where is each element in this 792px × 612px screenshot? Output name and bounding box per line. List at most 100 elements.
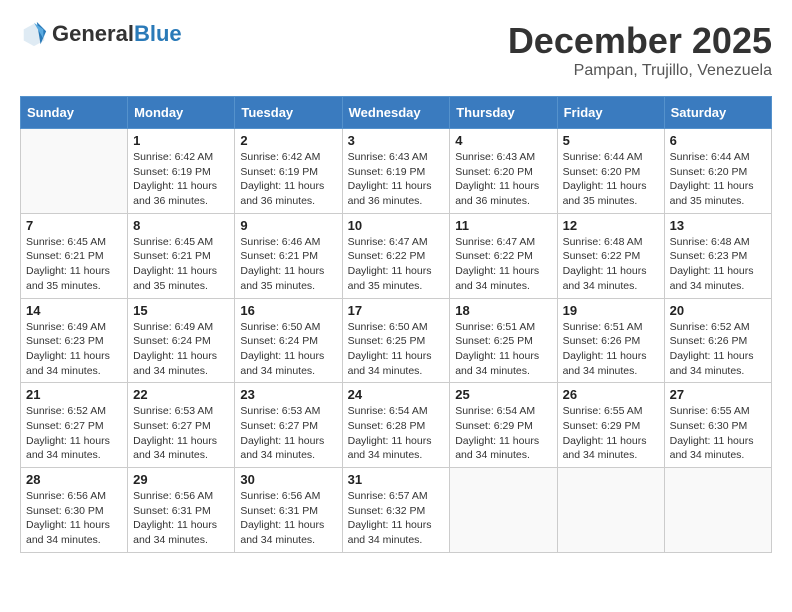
table-row: [557, 468, 664, 553]
day-info: Sunrise: 6:57 AMSunset: 6:32 PMDaylight:…: [348, 489, 445, 548]
day-info: Sunrise: 6:55 AMSunset: 6:29 PMDaylight:…: [563, 404, 659, 463]
table-row: 25 Sunrise: 6:54 AMSunset: 6:29 PMDayligh…: [450, 383, 557, 468]
calendar-week-row: 21 Sunrise: 6:52 AMSunset: 6:27 PMDayligh…: [21, 383, 772, 468]
day-info: Sunrise: 6:56 AMSunset: 6:31 PMDaylight:…: [133, 489, 229, 548]
col-tuesday: Tuesday: [235, 97, 342, 129]
day-info: Sunrise: 6:48 AMSunset: 6:22 PMDaylight:…: [563, 235, 659, 294]
table-row: 29Sunrise: 6:56 AMSunset: 6:31 PMDayligh…: [128, 468, 235, 553]
day-info: Sunrise: 6:48 AMSunset: 6:23 PMDaylight:…: [670, 235, 766, 294]
col-sunday: Sunday: [21, 97, 128, 129]
day-info: Sunrise: 6:45 AMSunset: 6:21 PMDaylight:…: [26, 235, 122, 294]
logo-icon: [20, 20, 48, 48]
day-number: 14: [26, 303, 122, 318]
table-row: 5 Sunrise: 6:44 AMSunset: 6:20 PMDaylight…: [557, 129, 664, 214]
table-row: 10 Sunrise: 6:47 AMSunset: 6:22 PMDayligh…: [342, 213, 450, 298]
day-number: 24: [348, 387, 445, 402]
day-info: Sunrise: 6:54 AMSunset: 6:28 PMDaylight:…: [348, 404, 445, 463]
day-info: Sunrise: 6:50 AMSunset: 6:25 PMDaylight:…: [348, 320, 445, 379]
day-info: Sunrise: 6:43 AMSunset: 6:19 PMDaylight:…: [348, 150, 445, 209]
day-number: 30: [240, 472, 336, 487]
table-row: 1Sunrise: 6:42 AMSunset: 6:19 PMDaylight…: [128, 129, 235, 214]
day-number: 18: [455, 303, 551, 318]
table-row: 27Sunrise: 6:55 AMSunset: 6:30 PMDayligh…: [664, 383, 771, 468]
table-row: 16 Sunrise: 6:50 AMSunset: 6:24 PMDayligh…: [235, 298, 342, 383]
day-info: Sunrise: 6:49 AMSunset: 6:23 PMDaylight:…: [26, 320, 122, 379]
day-info: Sunrise: 6:56 AMSunset: 6:30 PMDaylight:…: [26, 489, 122, 548]
day-info: Sunrise: 6:47 AMSunset: 6:22 PMDaylight:…: [348, 235, 445, 294]
location-title: Pampan, Trujillo, Venezuela: [508, 62, 772, 80]
day-info: Sunrise: 6:43 AMSunset: 6:20 PMDaylight:…: [455, 150, 551, 209]
day-number: 16: [240, 303, 336, 318]
day-number: 3: [348, 133, 445, 148]
table-row: 11Sunrise: 6:47 AMSunset: 6:22 PMDayligh…: [450, 213, 557, 298]
table-row: 22Sunrise: 6:53 AMSunset: 6:27 PMDayligh…: [128, 383, 235, 468]
day-number: 7: [26, 218, 122, 233]
day-number: 26: [563, 387, 659, 402]
table-row: 19 Sunrise: 6:51 AMSunset: 6:26 PMDayligh…: [557, 298, 664, 383]
table-row: 7 Sunrise: 6:45 AMSunset: 6:21 PMDaylight…: [21, 213, 128, 298]
day-info: Sunrise: 6:55 AMSunset: 6:30 PMDaylight:…: [670, 404, 766, 463]
calendar-week-row: 14 Sunrise: 6:49 AMSunset: 6:23 PMDayligh…: [21, 298, 772, 383]
table-row: [664, 468, 771, 553]
calendar-week-row: 1 Sunrise: 6:42 AMSunset: 6:19 PMDaylight…: [21, 129, 772, 214]
day-number: 2: [240, 133, 336, 148]
day-info: Sunrise: 6:51 AMSunset: 6:26 PMDaylight:…: [563, 320, 659, 379]
day-number: 10: [348, 218, 445, 233]
day-info: Sunrise: 6:53 AMSunset: 6:27 PMDaylight:…: [240, 404, 336, 463]
calendar-week-row: 28 Sunrise: 6:56 AMSunset: 6:30 PMDayligh…: [21, 468, 772, 553]
day-number: 28: [26, 472, 122, 487]
month-title: December 2025: [508, 20, 772, 62]
day-info: Sunrise: 6:44 AMSunset: 6:20 PMDaylight:…: [563, 150, 659, 209]
day-info: Sunrise: 6:49 AMSunset: 6:24 PMDaylight:…: [133, 320, 229, 379]
table-row: 14 Sunrise: 6:49 AMSunset: 6:23 PMDayligh…: [21, 298, 128, 383]
col-thursday: Thursday: [450, 97, 557, 129]
day-number: 6: [670, 133, 766, 148]
day-number: 5: [563, 133, 659, 148]
day-info: Sunrise: 6:46 AMSunset: 6:21 PMDaylight:…: [240, 235, 336, 294]
table-row: 6Sunrise: 6:44 AMSunset: 6:20 PMDaylight…: [664, 129, 771, 214]
table-row: 21 Sunrise: 6:52 AMSunset: 6:27 PMDayligh…: [21, 383, 128, 468]
day-number: 19: [563, 303, 659, 318]
day-info: Sunrise: 6:50 AMSunset: 6:24 PMDaylight:…: [240, 320, 336, 379]
day-number: 13: [670, 218, 766, 233]
table-row: [21, 129, 128, 214]
table-row: 15 Sunrise: 6:49 AMSunset: 6:24 PMDayligh…: [128, 298, 235, 383]
day-info: Sunrise: 6:52 AMSunset: 6:27 PMDaylight:…: [26, 404, 122, 463]
day-number: 15: [133, 303, 229, 318]
table-row: [450, 468, 557, 553]
table-row: 20 Sunrise: 6:52 AMSunset: 6:26 PMDayligh…: [664, 298, 771, 383]
day-info: Sunrise: 6:47 AMSunset: 6:22 PMDaylight:…: [455, 235, 551, 294]
logo-text: GeneralBlue: [52, 21, 182, 47]
table-row: 3 Sunrise: 6:43 AMSunset: 6:19 PMDaylight…: [342, 129, 450, 214]
day-info: Sunrise: 6:51 AMSunset: 6:25 PMDaylight:…: [455, 320, 551, 379]
day-number: 1: [133, 133, 229, 148]
day-info: Sunrise: 6:42 AMSunset: 6:19 PMDaylight:…: [240, 150, 336, 209]
table-row: 23 Sunrise: 6:53 AMSunset: 6:27 PMDayligh…: [235, 383, 342, 468]
col-wednesday: Wednesday: [342, 97, 450, 129]
day-info: Sunrise: 6:56 AMSunset: 6:31 PMDaylight:…: [240, 489, 336, 548]
table-row: 28 Sunrise: 6:56 AMSunset: 6:30 PMDayligh…: [21, 468, 128, 553]
calendar-header-row: Sunday Monday Tuesday Wednesday Thursday…: [21, 97, 772, 129]
table-row: 12 Sunrise: 6:48 AMSunset: 6:22 PMDayligh…: [557, 213, 664, 298]
col-monday: Monday: [128, 97, 235, 129]
table-row: 17Sunrise: 6:50 AMSunset: 6:25 PMDayligh…: [342, 298, 450, 383]
day-info: Sunrise: 6:52 AMSunset: 6:26 PMDaylight:…: [670, 320, 766, 379]
calendar: Sunday Monday Tuesday Wednesday Thursday…: [20, 96, 772, 553]
day-number: 12: [563, 218, 659, 233]
table-row: 9 Sunrise: 6:46 AMSunset: 6:21 PMDaylight…: [235, 213, 342, 298]
day-number: 25: [455, 387, 551, 402]
day-number: 21: [26, 387, 122, 402]
page-header: GeneralBlue December 2025 Pampan, Trujil…: [20, 20, 772, 80]
day-info: Sunrise: 6:45 AMSunset: 6:21 PMDaylight:…: [133, 235, 229, 294]
day-number: 22: [133, 387, 229, 402]
col-friday: Friday: [557, 97, 664, 129]
calendar-week-row: 7 Sunrise: 6:45 AMSunset: 6:21 PMDaylight…: [21, 213, 772, 298]
day-number: 9: [240, 218, 336, 233]
day-number: 23: [240, 387, 336, 402]
day-info: Sunrise: 6:54 AMSunset: 6:29 PMDaylight:…: [455, 404, 551, 463]
table-row: 31Sunrise: 6:57 AMSunset: 6:32 PMDayligh…: [342, 468, 450, 553]
logo-blue: Blue: [134, 21, 182, 46]
day-number: 20: [670, 303, 766, 318]
logo: GeneralBlue: [20, 20, 182, 48]
table-row: 18 Sunrise: 6:51 AMSunset: 6:25 PMDayligh…: [450, 298, 557, 383]
